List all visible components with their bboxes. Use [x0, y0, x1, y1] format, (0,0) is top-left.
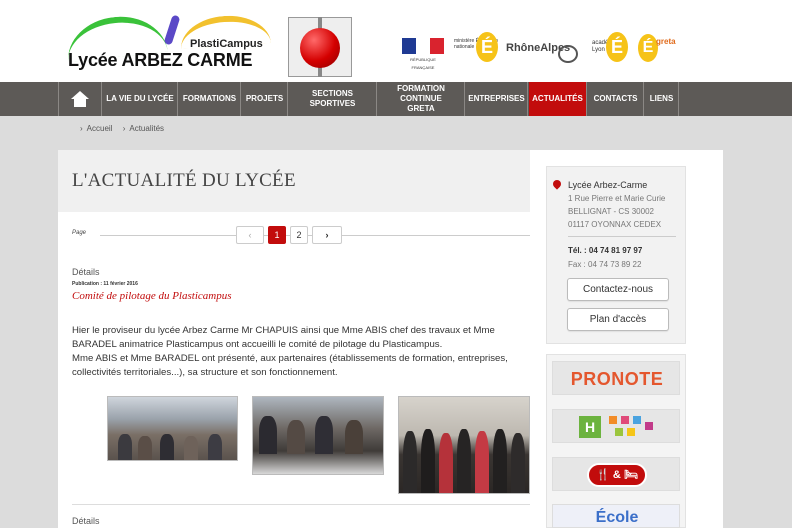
contact-us-button[interactable]: Contactez-nous: [567, 278, 669, 301]
greta-e-icon: É: [638, 34, 658, 62]
nav-item-formation-greta[interactable]: FORMATION CONTINUE GRETA: [378, 82, 465, 116]
nav-home[interactable]: [58, 82, 102, 116]
article-separator: [72, 504, 530, 505]
nav-item-sections-sportives[interactable]: SECTIONS SPORTIVES: [289, 82, 377, 116]
home-icon: [71, 91, 89, 107]
nav-item-vie-du-lycee[interactable]: LA VIE DU LYCÉE: [103, 82, 178, 116]
red-ball-icon: [300, 28, 340, 68]
rhone-alpes-ring-icon: [558, 45, 578, 63]
pagination-next-button[interactable]: ›: [312, 226, 342, 244]
tile-icon: [645, 422, 653, 430]
tile-icon: [633, 416, 641, 424]
hub-link[interactable]: H: [552, 409, 680, 443]
article-photo-meeting-room[interactable]: [107, 396, 238, 461]
tile-icon: [609, 416, 617, 424]
nav-item-formations[interactable]: FORMATIONS: [179, 82, 241, 116]
ecole-link[interactable]: École: [552, 504, 680, 528]
hub-h-icon: H: [579, 416, 601, 438]
nav-item-contacts[interactable]: CONTACTS: [588, 82, 644, 116]
breadcrumb-current: Actualités: [129, 124, 165, 133]
page-title: L'ACTUALITÉ DU LYCÉE: [72, 170, 296, 191]
article-title-link[interactable]: Comité de pilotage du Plasticampus: [72, 290, 231, 302]
tile-icon: [621, 416, 629, 424]
pagination-page-2[interactable]: 2: [290, 226, 308, 244]
tile-icon: [627, 428, 635, 436]
academie-lyon-logo[interactable]: académie Lyon É: [592, 32, 632, 66]
ministere-education-logo[interactable]: ministère Éducation nationale É: [454, 32, 498, 66]
pagination-page-1[interactable]: 1: [268, 226, 286, 244]
main-nav: LA VIE DU LYCÉE FORMATIONS PROJETS SECTI…: [0, 82, 792, 116]
pronote-link[interactable]: PRONOTE: [552, 361, 680, 395]
breadcrumb-separator: ›: [122, 124, 126, 133]
academie-e-icon: É: [606, 32, 628, 62]
contact-address-line: BELLIGNAT - CS 30002: [568, 207, 654, 216]
breadcrumb: › Accueil › Actualités: [76, 124, 164, 133]
republique-caption: RÉPUBLIQUE FRANÇAISE: [410, 57, 436, 70]
ministere-e-icon: É: [476, 32, 498, 62]
nav-item-liens[interactable]: LIENS: [645, 82, 679, 116]
pronote-text: PRONOTE: [570, 369, 664, 389]
greta-logo[interactable]: É greta: [638, 34, 696, 64]
contact-fax: Fax : 04 74 73 89 22: [568, 260, 642, 269]
pagination-prev-button[interactable]: ‹: [236, 226, 264, 244]
contact-address-line: 01117 OYONNAX CEDEX: [568, 220, 662, 229]
article-photo-audience[interactable]: [252, 396, 384, 475]
restauration-link[interactable]: 🍴 & 🛏: [552, 457, 680, 491]
greta-caption: greta: [656, 37, 676, 46]
contact-divider: [568, 236, 676, 237]
article-details-label: Détails: [72, 267, 100, 277]
pagination-label: Page: [72, 230, 87, 236]
breadcrumb-home-link[interactable]: Accueil: [87, 124, 113, 133]
republique-francaise-logo[interactable]: RÉPUBLIQUE FRANÇAISE: [402, 38, 444, 70]
article-photo-group[interactable]: [398, 396, 530, 494]
breadcrumb-separator: ›: [80, 124, 83, 133]
nav-item-projets[interactable]: PROJETS: [242, 82, 288, 116]
restauration-icon: 🍴 & 🛏: [587, 463, 647, 487]
plasticampus-label: PlastiCampus: [190, 38, 263, 50]
article-publication-date: Publication : 11 février 2016: [72, 281, 138, 287]
contact-address-line: 1 Rue Pierre et Marie Curie: [568, 194, 666, 203]
access-map-button[interactable]: Plan d'accès: [567, 308, 669, 331]
nav-item-entreprises[interactable]: ENTREPRISES: [466, 82, 528, 116]
tile-icon: [615, 428, 623, 436]
article-paragraph: Hier le proviseur du lycée Arbez Carme M…: [72, 325, 495, 350]
article-paragraph: Mme ABIS et Mme BARADEL ont présenté, au…: [72, 353, 508, 378]
ecole-logo-text: École: [595, 509, 639, 526]
pronote-logo-text: PRONOTE: [553, 362, 681, 396]
article2-details-label: Détails: [72, 516, 100, 526]
nav-item-actualites[interactable]: ACTUALITÉS: [529, 82, 587, 116]
contact-phone: Tél. : 04 74 81 97 97: [568, 246, 643, 255]
article-body: Hier le proviseur du lycée Arbez Carme M…: [72, 324, 527, 380]
contact-name: Lycée Arbez-Carme: [568, 180, 648, 190]
site-logo-title[interactable]: Lycée ARBEZ CARME: [68, 50, 253, 71]
